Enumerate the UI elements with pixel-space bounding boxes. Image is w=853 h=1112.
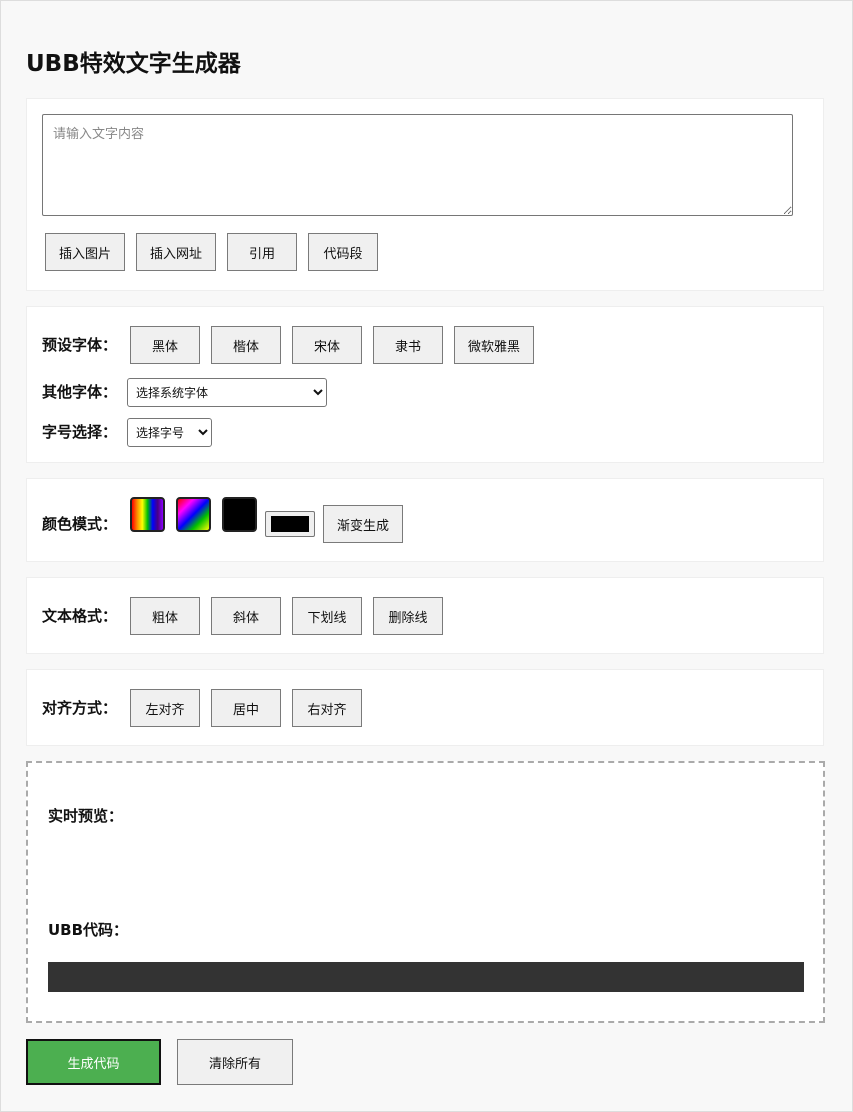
align-left-button[interactable]: 左对齐 [130, 689, 200, 727]
text-format-label: 文本格式： [42, 607, 118, 625]
preview-area: 实时预览： UBB代码： [26, 761, 825, 1023]
clear-all-button[interactable]: 清除所有 [177, 1039, 293, 1085]
editor-panel: 插入图片 插入网址 引用 代码段 [26, 98, 824, 291]
color-picker[interactable] [265, 511, 315, 537]
rainbow-swatch[interactable] [130, 497, 165, 532]
text-input[interactable] [42, 114, 793, 216]
font-size-select[interactable]: 选择字号 [127, 418, 212, 447]
page: UBB特效文字生成器 插入图片 插入网址 引用 代码段 预设字体： 黑体 楷体 … [0, 0, 853, 1112]
color-panel: 颜色模式： 渐变生成 [26, 478, 824, 562]
quote-button[interactable]: 引用 [227, 233, 297, 271]
other-font-label: 其他字体： [42, 383, 118, 401]
gradient-generate-button[interactable]: 渐变生成 [323, 505, 403, 543]
align-panel: 对齐方式： 左对齐 居中 右对齐 [26, 669, 824, 746]
font-songti-button[interactable]: 宋体 [292, 326, 362, 364]
font-panel: 预设字体： 黑体 楷体 宋体 隶书 微软雅黑 其他字体： 选择系统字体 字号选择… [26, 306, 824, 463]
insert-url-button[interactable]: 插入网址 [136, 233, 216, 271]
strikethrough-button[interactable]: 删除线 [373, 597, 443, 635]
bold-button[interactable]: 粗体 [130, 597, 200, 635]
color-mode-label: 颜色模式： [42, 515, 118, 533]
font-lishu-button[interactable]: 隶书 [373, 326, 443, 364]
black-swatch[interactable] [222, 497, 257, 532]
font-yahei-button[interactable]: 微软雅黑 [454, 326, 534, 364]
font-heiti-button[interactable]: 黑体 [130, 326, 200, 364]
italic-button[interactable]: 斜体 [211, 597, 281, 635]
color-picker-fill [271, 516, 309, 532]
alignment-label: 对齐方式： [42, 699, 118, 717]
font-kaiti-button[interactable]: 楷体 [211, 326, 281, 364]
underline-button[interactable]: 下划线 [292, 597, 362, 635]
generate-code-button[interactable]: 生成代码 [26, 1039, 161, 1085]
system-font-select[interactable]: 选择系统字体 [127, 378, 327, 407]
font-size-label: 字号选择： [42, 423, 118, 441]
align-right-button[interactable]: 右对齐 [292, 689, 362, 727]
insert-image-button[interactable]: 插入图片 [45, 233, 125, 271]
align-center-button[interactable]: 居中 [211, 689, 281, 727]
live-preview-label: 实时预览： [48, 807, 124, 825]
ubb-code-label: UBB代码： [48, 921, 129, 939]
preset-font-label: 预设字体： [42, 336, 118, 354]
diagonal-gradient-swatch[interactable] [176, 497, 211, 532]
page-title: UBB特效文字生成器 [26, 51, 241, 77]
ubb-code-output[interactable] [48, 962, 804, 992]
format-panel: 文本格式： 粗体 斜体 下划线 删除线 [26, 577, 824, 654]
code-block-button[interactable]: 代码段 [308, 233, 378, 271]
live-preview-output [48, 835, 804, 915]
